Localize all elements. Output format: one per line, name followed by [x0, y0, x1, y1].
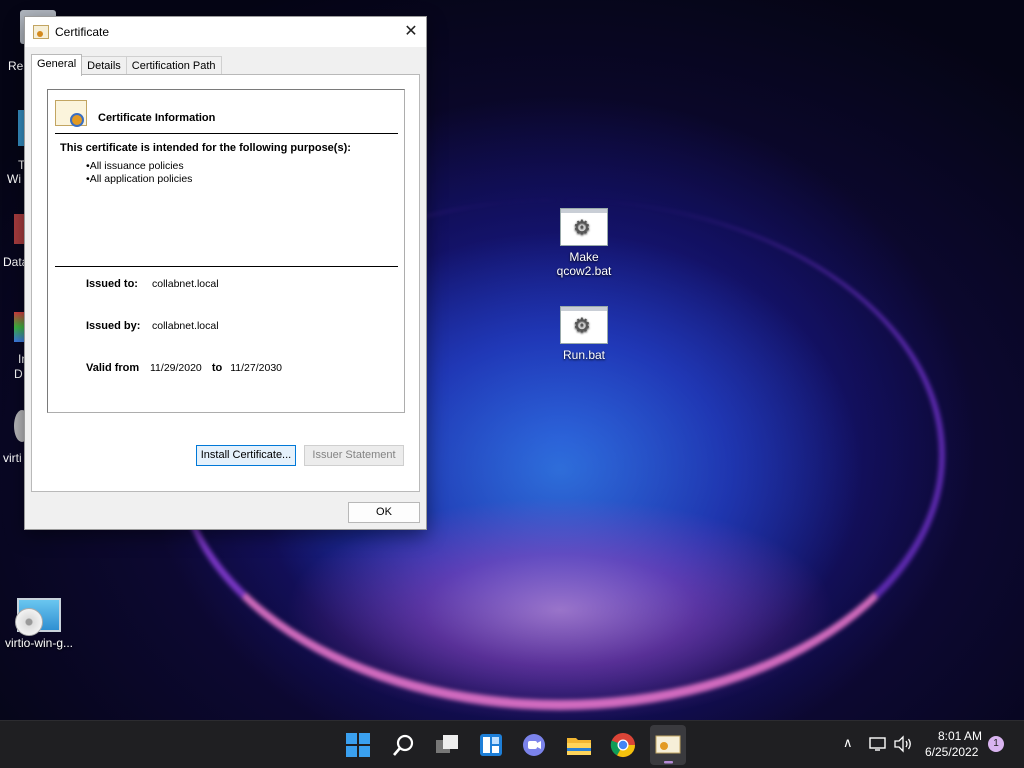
desktop-label-partial: Re [8, 59, 24, 73]
teams-chat-icon[interactable] [520, 731, 548, 759]
disc-drive-icon [15, 598, 61, 636]
purpose-heading: This certificate is intended for the fol… [60, 142, 351, 154]
issued-to-value: collabnet.local [152, 278, 219, 290]
volume-icon[interactable] [893, 735, 913, 756]
valid-to-label: to [211, 362, 223, 374]
issued-to-label: Issued to: [86, 278, 138, 290]
list-item: All application policies [86, 173, 193, 186]
desktop-icon-label: qcow2.bat [556, 264, 612, 278]
certificate-dialog: Certificate ✕ General Details Certificat… [24, 16, 427, 530]
taskbar: ∧ 8:01 AM 6/25/2022 [0, 720, 1024, 768]
issued-to-row: Issued to: collabnet.local [86, 278, 219, 290]
valid-from-label: Valid from [86, 362, 140, 374]
certificate-icon [655, 735, 681, 764]
divider [55, 133, 398, 134]
issued-by-label: Issued by: [86, 320, 141, 332]
desktop-label-partial: virti [3, 451, 22, 465]
valid-to-value: 11/27/2030 [230, 362, 283, 374]
list-item: All issuance policies [86, 160, 192, 173]
desktop-icon-label: Run.bat [562, 348, 606, 362]
widgets-icon[interactable] [477, 731, 505, 759]
install-certificate-button[interactable]: Install Certificate... [196, 445, 296, 466]
windows-start-icon[interactable] [344, 731, 372, 759]
issued-by-value: collabnet.local [152, 320, 219, 332]
clock-time[interactable]: 8:01 AM [938, 729, 982, 743]
file-explorer-icon[interactable] [565, 731, 593, 759]
desktop-label-partial: Wi [7, 172, 21, 186]
valid-from-value: 11/29/2020 [150, 362, 202, 374]
ok-button[interactable]: OK [348, 502, 420, 523]
issued-by-row: Issued by: collabnet.local [86, 320, 219, 332]
desktop-icon-label: Make [569, 250, 599, 264]
batch-file-icon: ⚙ [560, 306, 608, 344]
search-icon[interactable] [390, 731, 418, 759]
certificate-icon [55, 100, 87, 127]
chrome-icon[interactable] [609, 731, 637, 759]
tab-details[interactable]: Details [81, 56, 127, 75]
issuer-statement-button[interactable]: Issuer Statement [304, 445, 404, 466]
close-icon[interactable]: ✕ [396, 17, 426, 47]
task-view-icon[interactable] [433, 731, 461, 759]
dialog-titlebar[interactable]: Certificate ✕ [25, 17, 426, 47]
desktop-label-partial: D [14, 367, 23, 381]
dialog-title: Certificate [55, 25, 110, 39]
desktop-icon-label: virtio-win-g... [4, 636, 73, 650]
batch-file-icon: ⚙ [560, 208, 608, 246]
certificate-info-box: Certificate Information This certificate… [47, 89, 405, 413]
network-icon[interactable] [869, 735, 887, 756]
tab-strip: General Details Certification Path [31, 54, 222, 76]
purpose-list: All issuance policies All application po… [86, 160, 193, 186]
divider [55, 266, 398, 267]
certificate-icon [33, 25, 49, 39]
general-tab-panel: Certificate Information This certificate… [31, 74, 420, 492]
tab-general[interactable]: General [31, 54, 83, 76]
desktop-icon-virtio-win[interactable]: virtio-win-g... [0, 598, 78, 650]
notification-badge[interactable]: 1 [988, 736, 1004, 752]
tab-certification-path[interactable]: Certification Path [125, 56, 222, 75]
valid-row: Valid from 11/29/2020 to 11/27/2030 [86, 362, 282, 374]
desktop-icon-make-qcow2[interactable]: ⚙ Make qcow2.bat [546, 208, 622, 278]
certificate-app-taskbar-button[interactable] [650, 725, 686, 765]
desktop-icon-run-bat[interactable]: ⚙ Run.bat [546, 306, 622, 362]
info-title: Certificate Information [98, 112, 216, 124]
clock-date[interactable]: 6/25/2022 [925, 745, 978, 759]
chevron-up-icon[interactable]: ∧ [843, 735, 853, 751]
